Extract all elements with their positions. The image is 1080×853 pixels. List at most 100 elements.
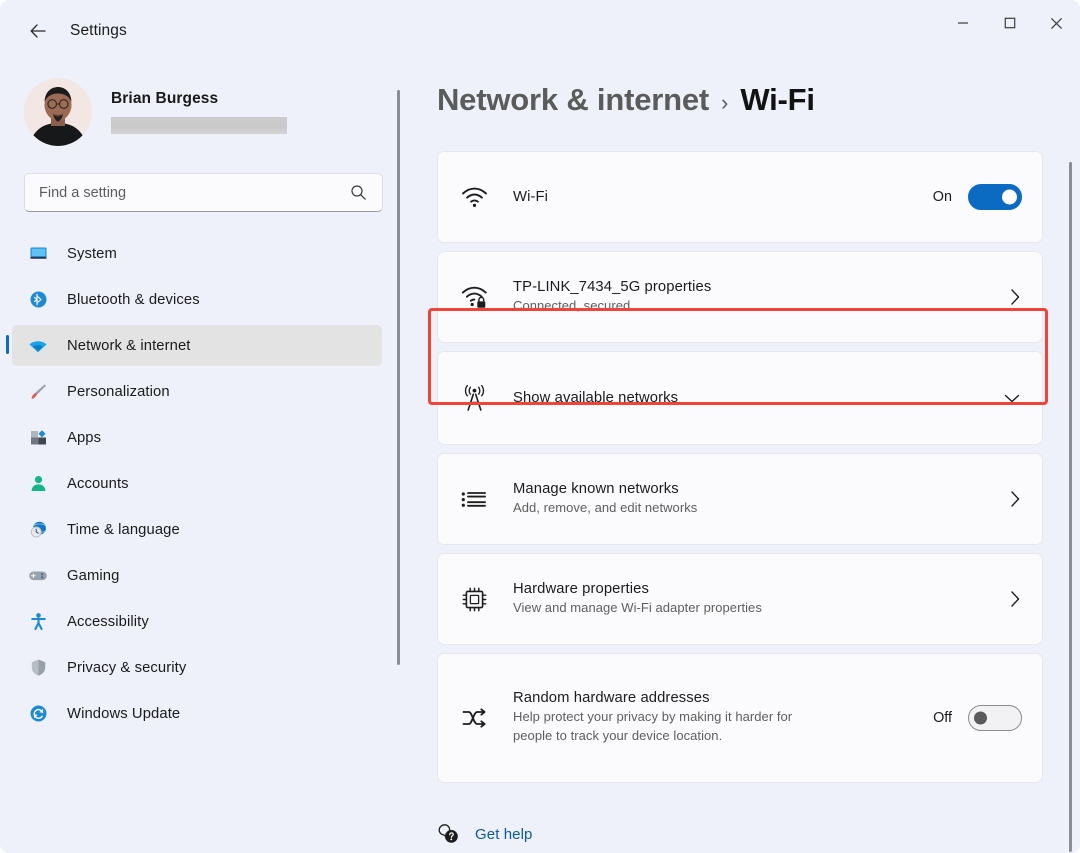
manage-known-networks-card[interactable]: Manage known networks Add, remove, and e… — [437, 453, 1043, 545]
card-control: Off — [933, 705, 1022, 731]
sidebar-item-label: Privacy & security — [67, 660, 186, 676]
account-redaction-bar — [111, 117, 287, 134]
card-title: TP-LINK_7434_5G properties — [513, 279, 996, 295]
sidebar-item-windows-update[interactable]: Windows Update — [12, 693, 382, 734]
search-icon — [350, 184, 382, 201]
network-properties-card[interactable]: TP-LINK_7434_5G properties Connected, se… — [437, 251, 1043, 343]
sidebar-item-label: Accessibility — [67, 614, 149, 630]
page-title: Wi-Fi — [740, 82, 814, 118]
title-bar: Settings — [0, 0, 1080, 62]
back-button[interactable] — [18, 14, 58, 48]
card-body: TP-LINK_7434_5G properties Connected, se… — [513, 279, 996, 316]
help-question-icon — [437, 823, 459, 845]
card-subtitle: Connected, secured — [513, 297, 996, 316]
close-icon — [1050, 17, 1063, 30]
sidebar-item-privacy-security[interactable]: Privacy & security — [12, 647, 382, 688]
wifi-toggle-switch[interactable] — [968, 184, 1022, 210]
user-avatar-photo — [24, 78, 92, 146]
hardware-properties-card[interactable]: Hardware properties View and manage Wi-F… — [437, 553, 1043, 645]
chevron-right-icon[interactable] — [1008, 287, 1022, 307]
sidebar-item-system[interactable]: System — [12, 233, 382, 274]
sidebar-item-apps[interactable]: Apps — [12, 417, 382, 458]
search-box[interactable] — [24, 173, 383, 212]
card-title: Hardware properties — [513, 581, 996, 597]
bluetooth-icon — [24, 290, 52, 309]
window-controls — [939, 0, 1080, 46]
settings-card-list: Wi-Fi On — [437, 151, 1043, 783]
card-title: Show available networks — [513, 390, 990, 406]
card-subtitle: View and manage Wi-Fi adapter properties — [513, 599, 996, 618]
card-title: Wi-Fi — [513, 189, 921, 205]
clock-globe-icon — [24, 520, 52, 539]
monitor-icon — [24, 244, 52, 263]
sidebar-item-label: Time & language — [67, 522, 180, 538]
card-body: Wi-Fi — [513, 189, 921, 205]
toggle-state-label: On — [933, 189, 952, 205]
shield-icon — [24, 658, 52, 677]
broadcast-tower-icon — [461, 385, 495, 412]
sidebar-item-label: Gaming — [67, 568, 119, 584]
paintbrush-icon — [24, 382, 52, 401]
breadcrumb-parent[interactable]: Network & internet — [437, 82, 709, 118]
accessibility-icon — [24, 612, 52, 631]
card-subtitle: Add, remove, and edit networks — [513, 499, 996, 518]
card-body: Hardware properties View and manage Wi-F… — [513, 581, 996, 618]
sidebar-item-label: Apps — [67, 430, 101, 446]
chevron-down-icon[interactable] — [1002, 391, 1022, 405]
shuffle-icon — [461, 707, 495, 729]
sidebar-item-accounts[interactable]: Accounts — [12, 463, 382, 504]
random-hardware-addresses-toggle[interactable] — [968, 705, 1022, 731]
main-scrollbar[interactable] — [1069, 162, 1072, 852]
random-hardware-addresses-card[interactable]: Random hardware addresses Help protect y… — [437, 653, 1043, 783]
card-body: Random hardware addresses Help protect y… — [513, 690, 921, 746]
card-control: On — [933, 184, 1022, 210]
gamepad-icon — [24, 566, 52, 585]
card-body: Manage known networks Add, remove, and e… — [513, 481, 996, 518]
sidebar-item-personalization[interactable]: Personalization — [12, 371, 382, 412]
minimize-button[interactable] — [939, 0, 986, 46]
sidebar-item-network-internet[interactable]: Network & internet — [12, 325, 382, 366]
show-available-networks-card[interactable]: Show available networks — [437, 351, 1043, 445]
sidebar-nav: System Bluetooth & devices — [0, 233, 400, 734]
breadcrumb: Network & internet › Wi-Fi — [437, 82, 1080, 130]
toggle-state-label: Off — [933, 710, 952, 726]
profile-text: Brian Burgess — [111, 90, 287, 134]
person-icon — [24, 474, 52, 493]
sidebar-item-label: Accounts — [67, 476, 129, 492]
apps-icon — [24, 428, 52, 447]
chevron-right-icon[interactable] — [1008, 589, 1022, 609]
wifi-toggle-card[interactable]: Wi-Fi On — [437, 151, 1043, 243]
app-title: Settings — [70, 22, 127, 40]
wifi-icon — [24, 336, 52, 356]
main-content: Network & internet › Wi-Fi Wi-Fi — [400, 62, 1080, 853]
search-input[interactable] — [25, 185, 350, 201]
sidebar: Brian Burgess — [0, 62, 400, 853]
profile-name: Brian Burgess — [111, 90, 287, 108]
sidebar-item-time-language[interactable]: Time & language — [12, 509, 382, 550]
arrow-left-icon — [28, 21, 48, 41]
wifi-signal-icon — [461, 186, 495, 208]
get-help-label: Get help — [475, 826, 533, 843]
user-profile[interactable]: Brian Burgess — [24, 72, 400, 152]
avatar — [24, 78, 92, 146]
sidebar-item-label: Personalization — [67, 384, 170, 400]
sidebar-item-accessibility[interactable]: Accessibility — [12, 601, 382, 642]
close-button[interactable] — [1033, 0, 1080, 46]
card-title: Manage known networks — [513, 481, 996, 497]
minimize-icon — [957, 17, 969, 29]
sidebar-item-gaming[interactable]: Gaming — [12, 555, 382, 596]
chevron-right-icon[interactable] — [1008, 489, 1022, 509]
get-help-link[interactable]: Get help — [437, 823, 533, 845]
card-title: Random hardware addresses — [513, 690, 921, 706]
card-body: Show available networks — [513, 390, 990, 406]
chip-icon — [461, 586, 495, 613]
sidebar-item-label: Windows Update — [67, 706, 180, 722]
update-refresh-icon — [24, 704, 52, 723]
list-icon — [461, 489, 495, 509]
maximize-icon — [1004, 17, 1016, 29]
sidebar-item-bluetooth-devices[interactable]: Bluetooth & devices — [12, 279, 382, 320]
sidebar-item-label: Network & internet — [67, 338, 191, 354]
toggle-knob — [974, 712, 987, 725]
maximize-button[interactable] — [986, 0, 1033, 46]
settings-window: Settings — [0, 0, 1080, 853]
